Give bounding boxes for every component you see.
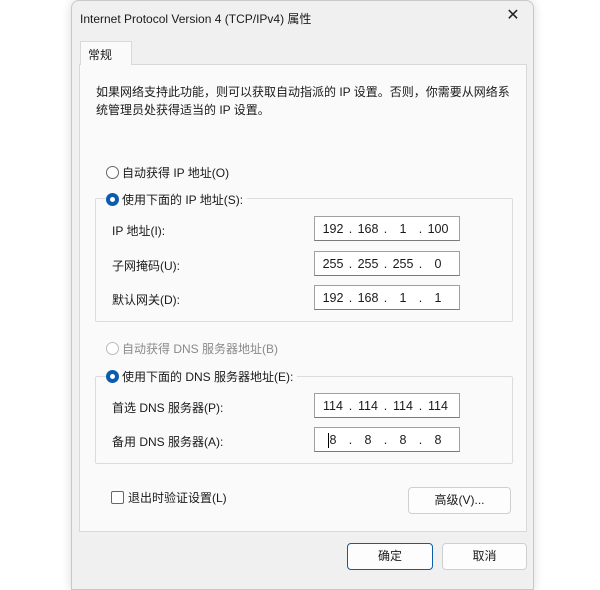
ip-octet: 192 bbox=[322, 221, 344, 236]
ip-octet: 114 bbox=[358, 398, 378, 413]
ip-octet: 1 bbox=[434, 290, 442, 305]
window-title: Internet Protocol Version 4 (TCP/IPv4) 属… bbox=[80, 12, 312, 26]
ip-octet: 192 bbox=[322, 290, 344, 305]
octet-separator: . bbox=[418, 290, 423, 305]
advanced-button[interactable]: 高级(V)... bbox=[408, 487, 511, 514]
octet-separator: . bbox=[383, 398, 388, 413]
ip-octet: 255 bbox=[322, 256, 344, 271]
radio-label: 自动获得 IP 地址(O) bbox=[122, 166, 230, 180]
checkbox-label: 退出时验证设置(L) bbox=[128, 491, 227, 505]
validate-checkbox[interactable]: 退出时验证设置(L) bbox=[111, 489, 227, 506]
ip-octet: 114 bbox=[428, 398, 448, 413]
gateway-input[interactable]: 192. 168. 1. 1 bbox=[314, 285, 460, 310]
octet-separator: . bbox=[418, 398, 423, 413]
cancel-button[interactable]: 取消 bbox=[442, 543, 527, 570]
general-panel: 如果网络支持此功能，则可以获取自动指派的 IP 设置。否则，你需要从网络系统管理… bbox=[79, 64, 527, 532]
gateway-label: 默认网关(D): bbox=[112, 293, 180, 307]
radio-icon bbox=[106, 166, 119, 179]
ip-address-input[interactable]: 192. 168. 1. 100 bbox=[314, 216, 460, 241]
radio-auto-ip[interactable]: 自动获得 IP 地址(O) bbox=[106, 164, 229, 181]
subnet-mask-label: 子网掩码(U): bbox=[112, 259, 180, 273]
ip-octet: 8 bbox=[434, 432, 442, 447]
ip-octet: 168 bbox=[357, 221, 379, 236]
ip-octet: 255 bbox=[357, 256, 379, 271]
octet-separator: . bbox=[348, 398, 353, 413]
ip-octet: 8 bbox=[329, 432, 337, 447]
tab-general[interactable]: 常规 bbox=[80, 41, 132, 65]
ip-octet: 1 bbox=[399, 221, 407, 236]
dialog-window: Internet Protocol Version 4 (TCP/IPv4) 属… bbox=[71, 0, 534, 590]
octet-separator: . bbox=[418, 432, 423, 447]
octet-separator: . bbox=[348, 256, 353, 271]
ip-address-label: IP 地址(I): bbox=[112, 224, 166, 238]
octet-separator: . bbox=[348, 290, 353, 305]
radio-manual-dns[interactable]: 使用下面的 DNS 服务器地址(E): bbox=[106, 368, 298, 385]
octet-separator: . bbox=[383, 221, 388, 236]
radio-label: 使用下面的 IP 地址(S): bbox=[122, 193, 244, 207]
preferred-dns-label: 首选 DNS 服务器(P): bbox=[112, 401, 224, 415]
radio-selected-icon bbox=[106, 193, 119, 206]
ip-octet: 168 bbox=[357, 290, 379, 305]
ip-octet: 8 bbox=[364, 432, 372, 447]
ok-button[interactable]: 确定 bbox=[347, 543, 433, 570]
ip-octet: 255 bbox=[392, 256, 414, 271]
radio-label: 使用下面的 DNS 服务器地址(E): bbox=[122, 370, 294, 384]
radio-selected-icon bbox=[106, 370, 119, 383]
radio-auto-dns: 自动获得 DNS 服务器地址(B) bbox=[106, 340, 278, 357]
radio-icon bbox=[106, 342, 119, 355]
octet-separator: . bbox=[348, 432, 353, 447]
radio-manual-ip[interactable]: 使用下面的 IP 地址(S): bbox=[106, 191, 248, 208]
alternate-dns-label: 备用 DNS 服务器(A): bbox=[112, 435, 224, 449]
octet-separator: . bbox=[383, 432, 388, 447]
octet-separator: . bbox=[383, 256, 388, 271]
octet-separator: . bbox=[348, 221, 353, 236]
octet-separator: . bbox=[383, 290, 388, 305]
ip-octet: 8 bbox=[399, 432, 407, 447]
ip-octet: 0 bbox=[434, 256, 442, 271]
radio-label: 自动获得 DNS 服务器地址(B) bbox=[122, 342, 279, 356]
close-icon[interactable]: ✕ bbox=[501, 5, 525, 27]
preferred-dns-input[interactable]: 114. 114. 114. 114 bbox=[314, 393, 460, 418]
text-caret bbox=[328, 433, 329, 448]
subnet-mask-input[interactable]: 255. 255. 255. 0 bbox=[314, 251, 460, 276]
octet-separator: . bbox=[418, 256, 423, 271]
ip-octet: 114 bbox=[323, 398, 343, 413]
octet-separator: . bbox=[418, 221, 423, 236]
ip-octet: 100 bbox=[427, 221, 449, 236]
description-text: 如果网络支持此功能，则可以获取自动指派的 IP 设置。否则，你需要从网络系统管理… bbox=[96, 85, 510, 117]
ip-octet: 1 bbox=[399, 290, 407, 305]
checkbox-icon bbox=[111, 491, 124, 504]
ip-octet: 114 bbox=[393, 398, 413, 413]
alternate-dns-input[interactable]: 8. 8. 8. 8 bbox=[314, 427, 460, 452]
